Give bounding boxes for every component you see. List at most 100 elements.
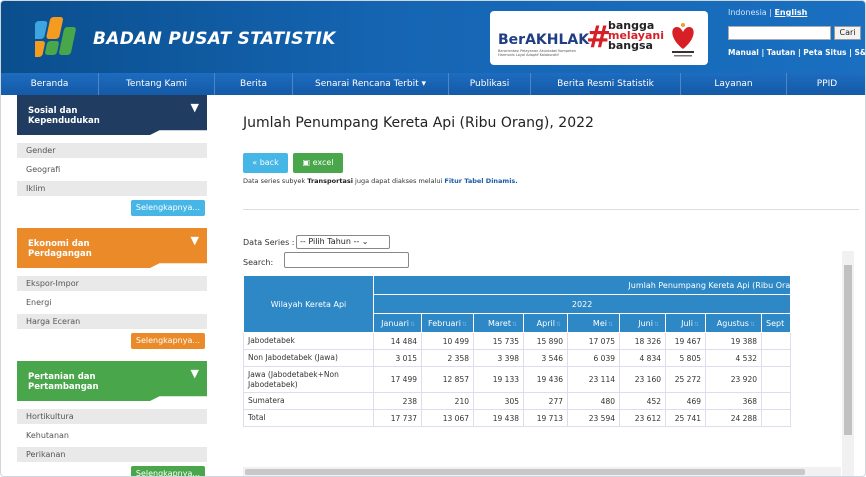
main-content: Jumlah Penumpang Kereta Api (Ribu Orang)…	[217, 95, 865, 476]
value-cell: 469	[665, 392, 706, 410]
value-cell: 25 741	[665, 409, 706, 427]
nav-publikasi[interactable]: Publikasi	[449, 73, 531, 95]
sidebar-item-hortikultura[interactable]: Hortikultura	[17, 409, 207, 424]
value-cell: 15 735	[473, 332, 524, 350]
sidebar-more-sosial: Selengkapnya...	[17, 200, 207, 216]
region-cell: Non Jabodetabek (Jawa)	[243, 349, 374, 367]
data-series-label: Data Series :	[243, 238, 295, 247]
back-button[interactable]: « back	[243, 153, 288, 173]
value-cell: 305	[473, 392, 524, 410]
lang-english-link[interactable]: English	[774, 8, 807, 17]
value-cell: 3 546	[523, 349, 568, 367]
vertical-scroll-thumb[interactable]	[844, 265, 852, 435]
tabel-dinamis-link[interactable]: Fitur Tabel Dinamis.	[444, 177, 517, 185]
sort-icon: ⇅	[511, 320, 517, 328]
more-button[interactable]: Selengkapnya...	[130, 466, 205, 476]
value-cell: 210	[421, 392, 474, 410]
value-cell: 23 594	[567, 409, 620, 427]
sidebar-item-gender[interactable]: Gender	[17, 143, 207, 158]
chevron-down-icon[interactable]: ▼	[191, 368, 199, 379]
sidebar-category-sosial[interactable]: Sosial dan Kependudukan ▼	[17, 95, 207, 135]
year-select[interactable]: -- Pilih Tahun -- ⌄	[296, 235, 390, 249]
value-cell: 480	[567, 392, 620, 410]
table-search-label: Search:	[243, 258, 274, 267]
table-search-input[interactable]	[284, 252, 409, 268]
site-search-input[interactable]	[728, 26, 831, 40]
excel-button[interactable]: ▣ excel	[293, 153, 343, 173]
month-header[interactable]: Maret⇅	[473, 313, 524, 333]
month-header[interactable]: Juli⇅	[665, 313, 706, 333]
sidebar-more-pertanian: Selengkapnya...	[17, 466, 207, 476]
nav-berita-resmi-statistik[interactable]: Berita Resmi Statistik	[531, 73, 681, 95]
table-row: Sumatera 238 210 305 277 480 452 469 368	[243, 392, 792, 410]
value-cell: 17 737	[373, 409, 422, 427]
value-cell: 23 920	[705, 366, 762, 393]
sidebar-category-ekonomi[interactable]: Ekonomi dan Perdagangan ▼	[17, 228, 207, 268]
more-button[interactable]: Selengkapnya...	[130, 333, 205, 349]
nav-beranda[interactable]: Beranda	[1, 73, 99, 95]
chevron-down-icon[interactable]: ▼	[191, 102, 199, 113]
top-links[interactable]: Manual | Tautan | Peta Situs | S&K	[728, 48, 865, 57]
sort-icon: ⇅	[653, 320, 659, 328]
region-cell: Jabodetabek	[243, 332, 374, 350]
table-title-header: Jumlah Penumpang Kereta Api (Ribu Ora	[372, 275, 792, 295]
nav-berita[interactable]: Berita	[215, 73, 293, 95]
month-header[interactable]: Juni⇅	[619, 313, 666, 333]
value-cell: 17 499	[373, 366, 422, 393]
value-cell: 18 326	[619, 332, 666, 350]
value-cell: 23 160	[619, 366, 666, 393]
value-cell: 277	[523, 392, 568, 410]
chevron-down-icon[interactable]: ▼	[191, 235, 199, 246]
bangga-buatan-indonesia-icon	[672, 23, 694, 57]
nav-ppid[interactable]: PPID	[787, 73, 865, 95]
month-header[interactable]: April⇅	[523, 313, 568, 333]
month-header[interactable]: Januari⇅	[373, 313, 422, 333]
horizontal-scroll-thumb[interactable]	[245, 469, 805, 475]
nav-tentang-kami[interactable]: Tentang Kami	[99, 73, 215, 95]
value-cell: 15 890	[523, 332, 568, 350]
page-title: Jumlah Penumpang Kereta Api (Ribu Orang)…	[243, 115, 594, 131]
value-cell: 19 713	[523, 409, 568, 427]
bangga-melayani-text: bangga melayani bangsa	[608, 19, 664, 52]
value-cell: 3 398	[473, 349, 524, 367]
sidebar-item-kehutanan[interactable]: Kehutanan	[17, 428, 207, 443]
sidebar-item-ekspor-impor[interactable]: Ekspor-Impor	[17, 276, 207, 291]
month-header[interactable]: Sept	[760, 313, 792, 333]
sidebar-category-pertanian[interactable]: Pertanian dan Pertambangan ▼	[17, 361, 207, 401]
divider	[243, 209, 859, 210]
sidebar-item-iklim[interactable]: Iklim	[17, 181, 207, 196]
sort-icon: ⇅	[461, 320, 467, 328]
sort-icon: ⇅	[749, 320, 755, 328]
site-brand[interactable]: BADAN PUSAT STATISTIK	[93, 29, 336, 49]
language-switch: Indonesia | English	[728, 8, 808, 17]
lang-indonesia-link[interactable]: Indonesia	[728, 8, 767, 17]
more-button[interactable]: Selengkapnya...	[130, 200, 205, 216]
nav-layanan[interactable]: Layanan	[681, 73, 787, 95]
data-table-wrapper: Wilayah Kereta Api Jumlah Penumpang Kere…	[243, 275, 839, 475]
nav-senarai-rencana-terbit[interactable]: Senarai Rencana Terbit ▾	[293, 73, 449, 95]
value-cell: 4 532	[705, 349, 762, 367]
month-header[interactable]: Agustus⇅	[705, 313, 762, 333]
sidebar-item-harga-eceran[interactable]: Harga Eceran	[17, 314, 207, 329]
site-search-button[interactable]: Cari	[834, 26, 861, 40]
sidebar-item-geografi[interactable]: Geografi	[17, 162, 207, 177]
value-cell: 19 388	[705, 332, 762, 350]
berakhlak-banner: BerAKHLAK Berorientasi Pelayanan Akuntab…	[490, 11, 708, 65]
region-cell: Jawa (Jabodetabek+Non Jabodetabek)	[243, 366, 374, 393]
month-header[interactable]: Mei⇅	[567, 313, 620, 333]
region-cell: Sumatera	[243, 392, 374, 410]
value-cell: 23 114	[567, 366, 620, 393]
value-cell	[760, 409, 792, 427]
column-header-wilayah[interactable]: Wilayah Kereta Api	[243, 275, 374, 333]
sort-icon: ⇅	[607, 320, 613, 328]
sidebar: Sosial dan Kependudukan ▼ Gender Geograf…	[17, 95, 207, 476]
table-row: Total 17 737 13 067 19 438 19 713 23 594 23 61…	[243, 409, 792, 427]
sidebar-item-energi[interactable]: Energi	[17, 295, 207, 310]
bps-logo-icon[interactable]	[35, 15, 83, 59]
sidebar-item-perikanan[interactable]: Perikanan	[17, 447, 207, 462]
month-header[interactable]: Februari⇅	[421, 313, 474, 333]
value-cell: 12 857	[421, 366, 474, 393]
value-cell: 23 612	[619, 409, 666, 427]
value-cell: 10 499	[421, 332, 474, 350]
value-cell: 24 288	[705, 409, 762, 427]
